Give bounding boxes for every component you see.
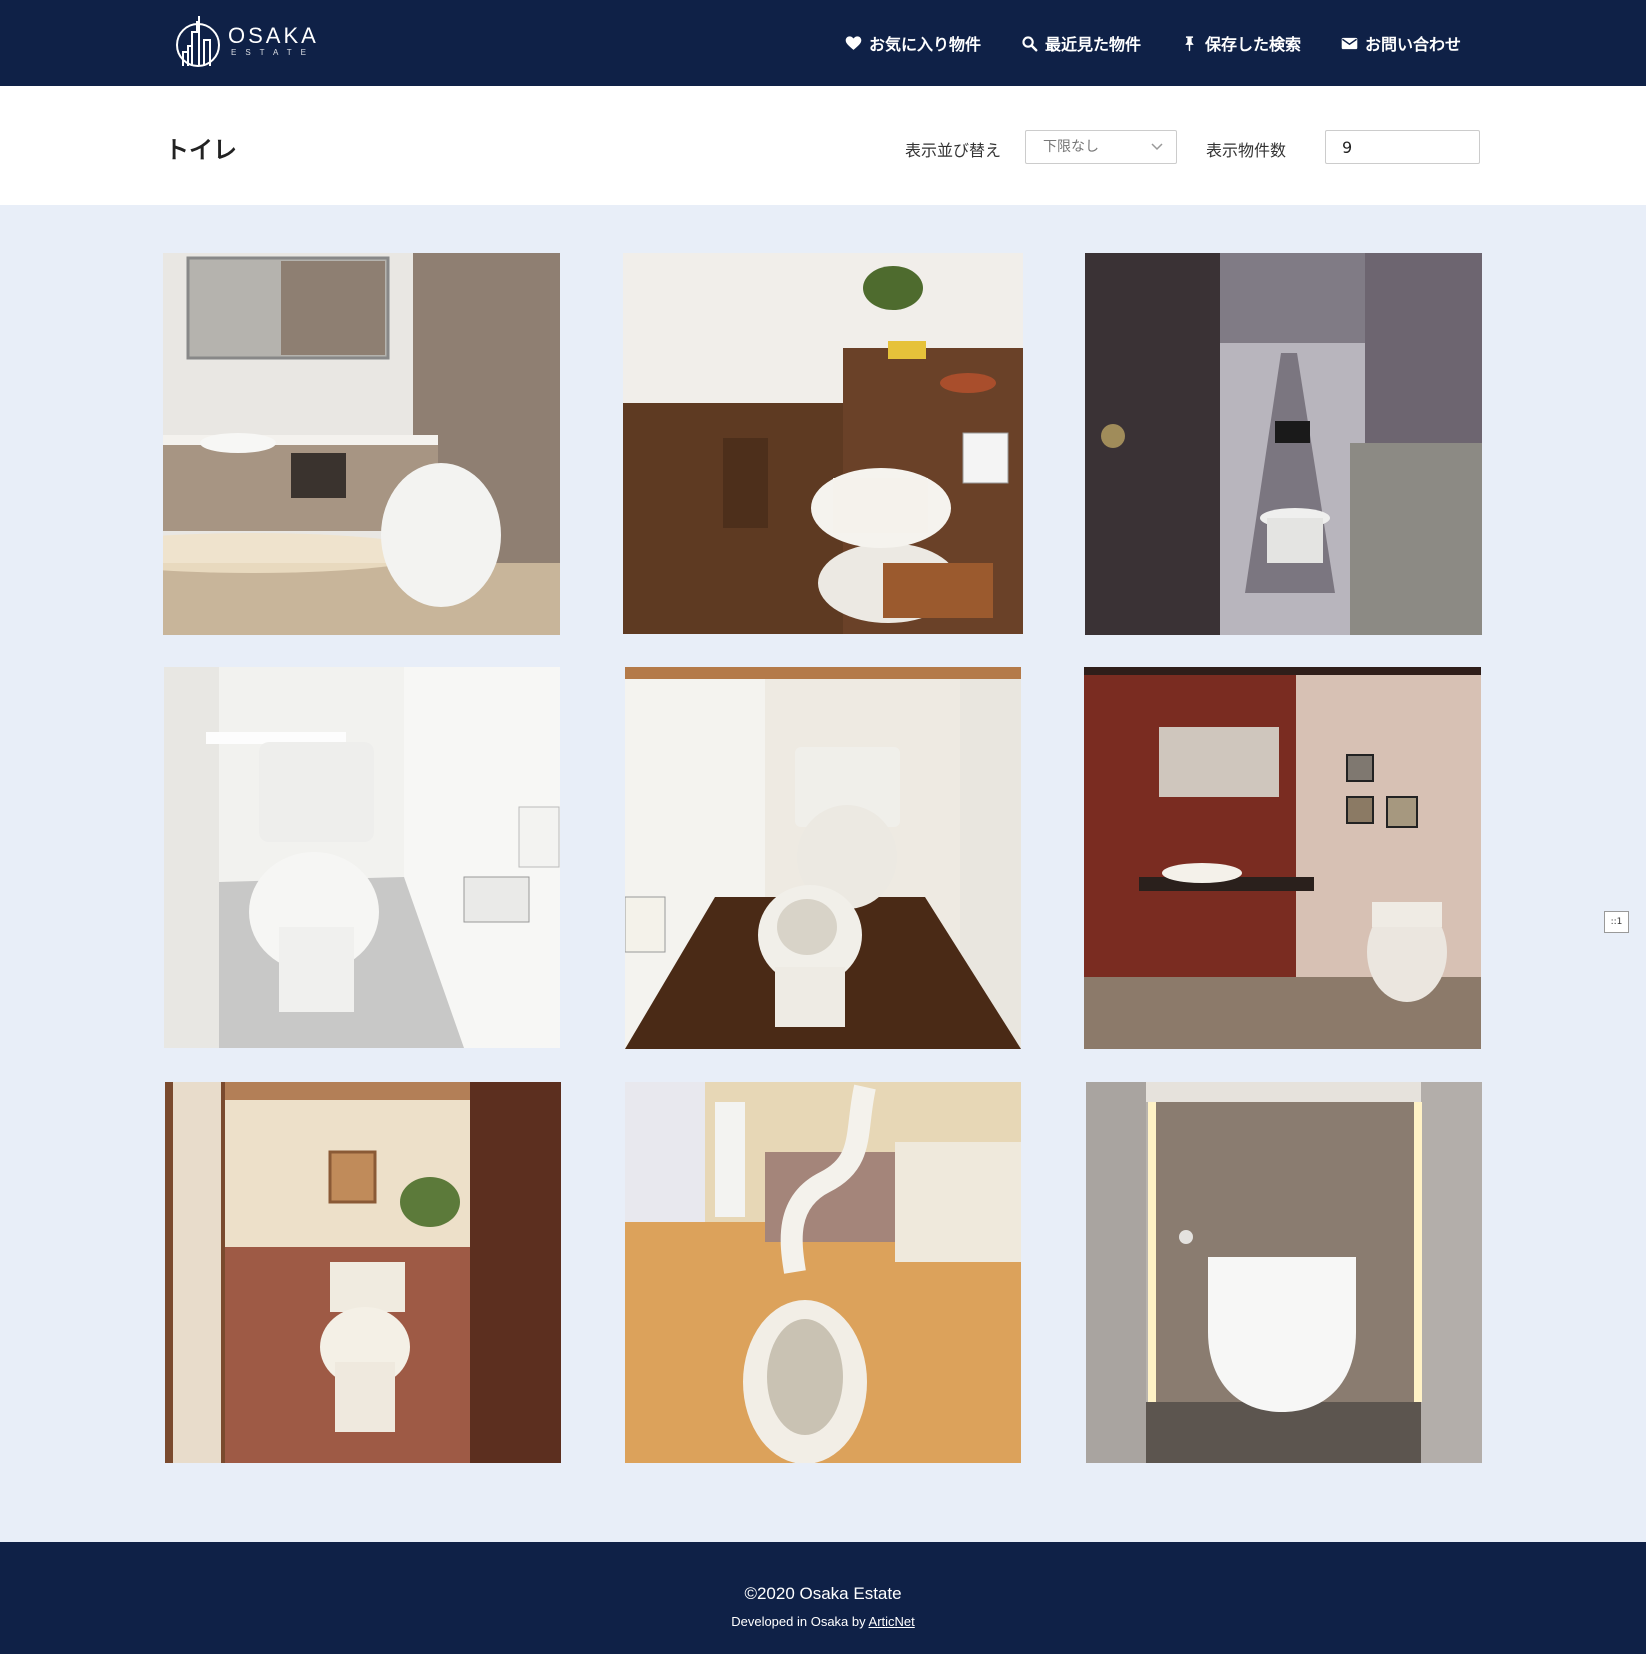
property-photo-8[interactable] xyxy=(625,1082,1021,1463)
chevron-down-icon xyxy=(1151,143,1163,151)
property-photo-4[interactable] xyxy=(164,667,560,1048)
property-photo-3[interactable] xyxy=(1085,253,1482,635)
logo-subtitle: ESTATE xyxy=(231,48,315,57)
toilet-photo-image xyxy=(1085,253,1482,635)
toilet-photo-image xyxy=(625,1082,1021,1463)
footer-developed-prefix: Developed in Osaka by xyxy=(731,1614,869,1629)
nav-contact-label: お問い合わせ xyxy=(1364,35,1461,54)
property-photo-9[interactable] xyxy=(1086,1082,1482,1463)
sort-select-value: 下限なし xyxy=(1043,139,1099,155)
property-photo-6[interactable] xyxy=(1084,667,1481,1049)
property-photo-1[interactable] xyxy=(163,253,560,635)
toilet-photo-image xyxy=(1086,1082,1482,1463)
toilet-photo-image xyxy=(625,667,1021,1049)
sort-select[interactable]: 下限なし xyxy=(1025,130,1177,164)
developer-link[interactable]: ArticNet xyxy=(869,1614,915,1629)
toilet-photo-image xyxy=(163,253,560,635)
nav-saved-search[interactable]: 保存した検索 xyxy=(1181,31,1301,55)
city-logo-icon xyxy=(176,16,220,67)
logo-wordmark: OSAKA xyxy=(228,23,319,48)
sort-label: 表示並び替え xyxy=(905,141,1002,160)
main-nav: お気に入り物件 最近見た物件 保存した検索 お問い合わせ xyxy=(845,0,1461,86)
nav-favorites-label: お気に入り物件 xyxy=(868,35,981,54)
pin-icon xyxy=(1185,35,1194,51)
property-photo-5[interactable] xyxy=(625,667,1021,1049)
count-input[interactable] xyxy=(1325,130,1480,164)
footer-copyright: ©2020 Osaka Estate xyxy=(744,1584,902,1603)
heart-icon xyxy=(845,35,862,50)
nav-favorites[interactable]: お気に入り物件 xyxy=(845,31,981,55)
nav-recent-label: 最近見た物件 xyxy=(1044,35,1141,54)
toilet-photo-image xyxy=(164,667,560,1048)
logo[interactable]: OSAKA ESTATE xyxy=(174,10,324,72)
count-label: 表示物件数 xyxy=(1206,141,1287,160)
toilet-photo-image xyxy=(1084,667,1481,1049)
property-photo-2[interactable] xyxy=(623,253,1023,634)
site-footer: ©2020 Osaka Estate Developed in Osaka by… xyxy=(0,1542,1646,1654)
search-icon xyxy=(1022,35,1038,51)
nav-recent[interactable]: 最近見た物件 xyxy=(1021,31,1141,55)
property-photo-7[interactable] xyxy=(165,1082,561,1463)
nav-saved-search-label: 保存した検索 xyxy=(1204,35,1301,54)
footer-developed: Developed in Osaka by ArticNet xyxy=(0,1614,1646,1629)
toilet-photo-image xyxy=(623,253,1023,634)
side-handle[interactable]: ::1 xyxy=(1604,911,1629,933)
page-title: トイレ xyxy=(165,136,237,164)
listing-toolbar: トイレ 表示並び替え 下限なし 表示物件数 xyxy=(0,86,1646,205)
nav-contact[interactable]: お問い合わせ xyxy=(1341,31,1461,55)
toilet-photo-image xyxy=(165,1082,561,1463)
site-header: OSAKA ESTATE お気に入り物件 最近見た物件 保存した検索 お問い合わ… xyxy=(0,0,1646,86)
envelope-icon xyxy=(1341,37,1358,49)
